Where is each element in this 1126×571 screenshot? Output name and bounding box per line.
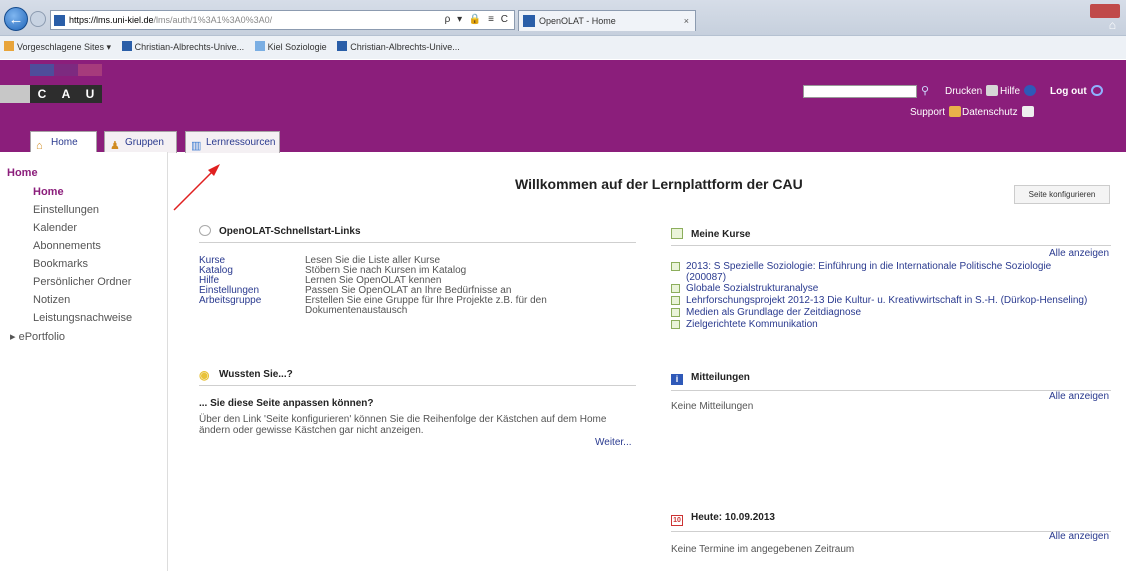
configure-page-button[interactable]: Seite konfigurieren: [1014, 185, 1110, 204]
course-item[interactable]: 2013: S Spezielle Soziologie: Einführung…: [671, 262, 1111, 282]
course-icon: [671, 320, 680, 329]
tab-title: OpenOLAT - Home: [539, 16, 616, 26]
sidebar-item-notes[interactable]: Notizen: [33, 294, 70, 306]
courses-show-all-link[interactable]: Alle anzeigen: [1049, 248, 1109, 259]
page-title: Willkommen auf der Lernplattform der CAU: [515, 176, 803, 192]
logout-link[interactable]: Log out: [1050, 85, 1103, 97]
sidebar-item-eportfolio[interactable]: ▸ ePortfolio: [10, 330, 65, 343]
today-empty-text: Keine Termine im angegebenen Zeitraum: [671, 544, 855, 555]
news-header: i Mitteilungen: [671, 372, 1111, 391]
sidebar-item-home[interactable]: Home: [33, 186, 64, 198]
quicklinks-icon: [199, 225, 211, 236]
bookmark-cau-2[interactable]: Christian-Albrechts-Unive...: [337, 36, 460, 58]
quicklinks-header: OpenOLAT-Schnellstart-Links: [199, 225, 636, 243]
sidebar-item-calendar[interactable]: Kalender: [33, 222, 77, 234]
bookmark-cau-1[interactable]: Christian-Albrechts-Unive...: [121, 36, 244, 58]
info-icon: i: [671, 374, 683, 385]
url-host: https://lms.uni-kiel.de: [69, 15, 154, 25]
back-button[interactable]: ←: [4, 7, 28, 31]
course-item[interactable]: Lehrforschungsprojekt 2012-13 Die Kultur…: [671, 296, 1111, 307]
bookmark-suggested-sites[interactable]: Vorgeschlagene Sites ▾: [4, 36, 111, 58]
course-icon: [671, 262, 680, 271]
course-icon: [671, 228, 683, 239]
didyouknow-subtitle: ... Sie diese Seite anpassen können?: [199, 398, 374, 409]
course-item[interactable]: Zielgerichtete Kommunikation: [671, 320, 1111, 331]
ie-page-icon: [254, 41, 265, 51]
help-icon: [1024, 85, 1037, 96]
site-favicon-icon: [54, 15, 65, 26]
quicklink-desc-continuation: Dokumentenaustausch: [305, 305, 408, 316]
didyouknow-text: Über den Link 'Seite konfigurieren' könn…: [199, 414, 607, 425]
print-link[interactable]: Drucken: [945, 85, 999, 97]
news-empty-text: Keine Mitteilungen: [671, 401, 754, 412]
address-bar-controls[interactable]: ρ ▾ 🔒 ≡ C: [445, 11, 510, 29]
search-icon[interactable]: ⚲: [921, 84, 929, 97]
course-item[interactable]: Medien als Grundlage der Zeitdiagnose: [671, 308, 1111, 319]
help-link[interactable]: Hilfe: [1000, 85, 1037, 97]
tab-home[interactable]: ⌂ Home: [30, 131, 97, 154]
sidebar-item-evidence[interactable]: Leistungsnachweise: [33, 312, 132, 324]
power-icon: [1090, 85, 1103, 96]
search-input[interactable]: [803, 85, 917, 98]
course-icon: [671, 296, 680, 305]
didyouknow-more-link[interactable]: Weiter...: [595, 437, 632, 448]
quicklink-workgroup[interactable]: Arbeitsgruppe: [199, 296, 261, 306]
address-bar[interactable]: https://lms.uni-kiel.de/lms/auth/1%3A1%3…: [50, 10, 515, 30]
forward-button[interactable]: [30, 11, 46, 27]
browser-tab[interactable]: OpenOLAT - Home ×: [518, 10, 696, 31]
logo-color-bar: [30, 64, 102, 76]
sidebar-item-personal-folder[interactable]: Persönlicher Ordner: [33, 276, 131, 288]
tab-favicon-icon: [523, 15, 535, 27]
annotation-arrow: [173, 164, 220, 211]
close-tab-icon[interactable]: ×: [684, 11, 689, 31]
sidebar-item-bookmarks[interactable]: Bookmarks: [33, 258, 88, 270]
today-show-all-link[interactable]: Alle anzeigen: [1049, 531, 1109, 542]
course-icon: [671, 308, 680, 317]
cau-favicon-icon: [337, 41, 348, 51]
news-show-all-link[interactable]: Alle anzeigen: [1049, 391, 1109, 402]
browser-chrome: ← https://lms.uni-kiel.de/lms/auth/1%3A1…: [0, 0, 1126, 59]
today-header: 10 Heute: 10.09.2013: [671, 512, 1111, 532]
calendar-icon: 10: [671, 515, 683, 526]
tab-learning-resources[interactable]: ▥ Lernressourcen: [185, 131, 280, 153]
sidebar-heading[interactable]: Home: [7, 167, 38, 179]
window-close-button[interactable]: [1090, 4, 1120, 18]
star-icon: [4, 41, 14, 51]
cau-logo[interactable]: C A U: [0, 85, 102, 103]
course-item[interactable]: Globale Sozialstrukturanalyse: [671, 284, 1111, 295]
didyouknow-text-2: ändern oder gewisse Kästchen gar nicht a…: [199, 425, 424, 436]
tab-groups[interactable]: ♟ Gruppen: [104, 131, 177, 153]
privacy-link[interactable]: Datenschutz: [962, 106, 1034, 118]
home-icon[interactable]: ⌂: [1109, 18, 1116, 32]
favorites-bar: Vorgeschlagene Sites ▾ Christian-Albrech…: [0, 35, 1126, 59]
book-icon: ▥: [191, 140, 202, 152]
course-icon: [671, 284, 680, 293]
support-link[interactable]: Support: [910, 106, 962, 118]
courses-header: Meine Kurse: [671, 228, 1111, 246]
sidebar-item-subscriptions[interactable]: Abonnements: [33, 240, 101, 252]
main-tabs: ⌂ Home ♟ Gruppen ▥ Lernressourcen: [0, 131, 1126, 154]
document-icon: [1021, 106, 1034, 117]
url-path: /lms/auth/1%3A1%3A0%3A0/: [153, 15, 273, 25]
printer-icon: [986, 85, 999, 96]
sidebar: Home Home Einstellungen Kalender Abonnem…: [0, 152, 168, 571]
sidebar-item-settings[interactable]: Einstellungen: [33, 204, 99, 216]
bookmark-kiel-soziologie[interactable]: Kiel Soziologie: [254, 36, 327, 58]
didyouknow-header: ◉ Wussten Sie...?: [199, 368, 636, 386]
lightbulb-icon: ◉: [199, 368, 210, 382]
cau-favicon-icon: [121, 41, 132, 51]
support-person-icon: [949, 106, 962, 117]
